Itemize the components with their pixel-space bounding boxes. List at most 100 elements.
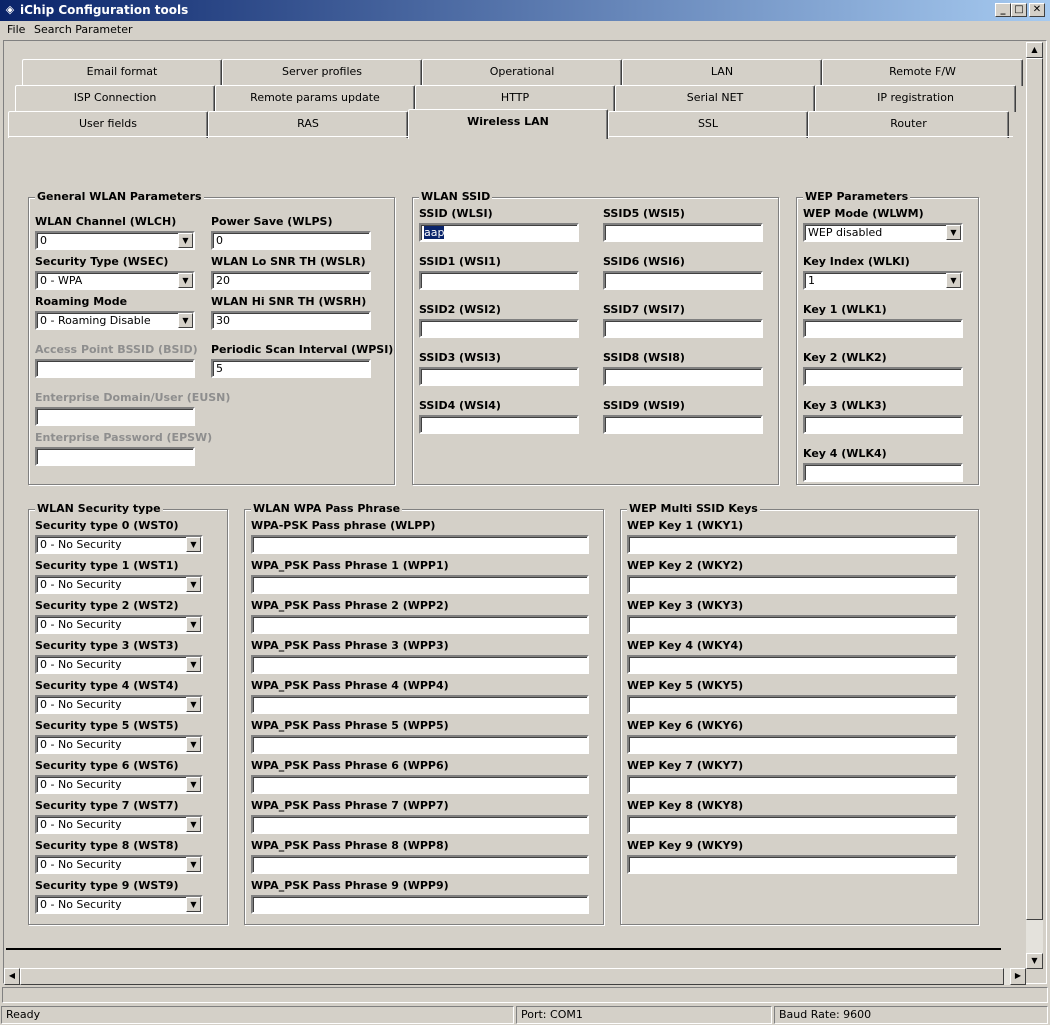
- key2-input[interactable]: [803, 367, 963, 386]
- security-type-1-select[interactable]: 0 - No Security ▼: [35, 575, 203, 594]
- tab-serial-net[interactable]: Serial NET: [615, 85, 815, 112]
- wky3-input[interactable]: [627, 615, 957, 634]
- vertical-scrollbar[interactable]: ▲ ▼: [1026, 42, 1043, 969]
- ssid-input[interactable]: aap: [419, 223, 579, 242]
- chevron-down-icon[interactable]: ▼: [186, 657, 201, 672]
- tab-router[interactable]: Router: [808, 111, 1009, 138]
- wpp1-input[interactable]: [251, 575, 589, 594]
- tab-ip-registration[interactable]: IP registration: [815, 85, 1016, 112]
- app-icon[interactable]: ◈: [3, 3, 17, 17]
- tab-http[interactable]: HTTP: [415, 85, 615, 112]
- tab-server-profiles[interactable]: Server profiles: [222, 59, 422, 86]
- bssid-input[interactable]: [35, 359, 195, 378]
- security-type-3-select[interactable]: 0 - No Security ▼: [35, 655, 203, 674]
- security-type-6-select[interactable]: 0 - No Security ▼: [35, 775, 203, 794]
- wpp5-input[interactable]: [251, 735, 589, 754]
- scroll-up-icon[interactable]: ▲: [1026, 42, 1043, 58]
- scroll-down-icon[interactable]: ▼: [1026, 953, 1043, 969]
- ssid8-input[interactable]: [603, 367, 763, 386]
- chevron-down-icon[interactable]: ▼: [186, 817, 201, 832]
- key4-input[interactable]: [803, 463, 963, 482]
- menu-search-parameter[interactable]: Search Parameter: [34, 23, 133, 36]
- ssid7-input[interactable]: [603, 319, 763, 338]
- chevron-down-icon[interactable]: ▼: [946, 273, 961, 288]
- wky9-input[interactable]: [627, 855, 957, 874]
- security-type-0-select[interactable]: 0 - No Security ▼: [35, 535, 203, 554]
- security-type-2-select[interactable]: 0 - No Security ▼: [35, 615, 203, 634]
- chevron-down-icon[interactable]: ▼: [178, 233, 193, 248]
- tab-remote-params-update[interactable]: Remote params update: [215, 85, 415, 112]
- tab-user-fields[interactable]: User fields: [8, 111, 208, 138]
- key3-input[interactable]: [803, 415, 963, 434]
- wky8-input[interactable]: [627, 815, 957, 834]
- tab-ssl[interactable]: SSL: [608, 111, 808, 138]
- security-type-5-select[interactable]: 0 - No Security ▼: [35, 735, 203, 754]
- enterprise-user-input[interactable]: [35, 407, 195, 426]
- wky7-input[interactable]: [627, 775, 957, 794]
- wky2-input[interactable]: [627, 575, 957, 594]
- security-type-4-select[interactable]: 0 - No Security ▼: [35, 695, 203, 714]
- horizontal-scrollbar[interactable]: ◀ ▶: [4, 968, 1026, 985]
- tab-wireless-lan[interactable]: Wireless LAN: [408, 109, 608, 139]
- wky4-input[interactable]: [627, 655, 957, 674]
- chevron-down-icon[interactable]: ▼: [186, 617, 201, 632]
- ssid9-input[interactable]: [603, 415, 763, 434]
- tab-remote-fw[interactable]: Remote F/W: [822, 59, 1023, 86]
- chevron-down-icon[interactable]: ▼: [186, 537, 201, 552]
- wpp4-label: WPA_PSK Pass Phrase 4 (WPP4): [251, 679, 449, 692]
- ssid1-input[interactable]: [419, 271, 579, 290]
- tab-isp-connection[interactable]: ISP Connection: [15, 85, 215, 112]
- scan-interval-input[interactable]: 5: [211, 359, 371, 378]
- ssid2-input[interactable]: [419, 319, 579, 338]
- menu-file[interactable]: File: [7, 23, 25, 36]
- wky6-input[interactable]: [627, 735, 957, 754]
- chevron-down-icon[interactable]: ▼: [178, 313, 193, 328]
- wpp3-input[interactable]: [251, 655, 589, 674]
- ssid6-input[interactable]: [603, 271, 763, 290]
- maximize-button[interactable]: □: [1011, 3, 1027, 17]
- chevron-down-icon[interactable]: ▼: [178, 273, 193, 288]
- wlan-channel-select[interactable]: 0 ▼: [35, 231, 195, 250]
- tab-operational[interactable]: Operational: [422, 59, 622, 86]
- key-index-select[interactable]: 1 ▼: [803, 271, 963, 290]
- ssid3-input[interactable]: [419, 367, 579, 386]
- security-type-8-select[interactable]: 0 - No Security ▼: [35, 855, 203, 874]
- chevron-down-icon[interactable]: ▼: [186, 577, 201, 592]
- enterprise-password-input[interactable]: [35, 447, 195, 466]
- ssid5-input[interactable]: [603, 223, 763, 242]
- chevron-down-icon[interactable]: ▼: [186, 777, 201, 792]
- scroll-right-icon[interactable]: ▶: [1010, 968, 1026, 985]
- wpp7-input[interactable]: [251, 815, 589, 834]
- wky5-input[interactable]: [627, 695, 957, 714]
- security-type-select[interactable]: 0 - WPA ▼: [35, 271, 195, 290]
- tab-email-format[interactable]: Email format: [22, 59, 222, 86]
- chevron-down-icon[interactable]: ▼: [186, 897, 201, 912]
- chevron-down-icon[interactable]: ▼: [186, 857, 201, 872]
- ssid4-input[interactable]: [419, 415, 579, 434]
- tab-ras[interactable]: RAS: [208, 111, 408, 138]
- security-type-7-select[interactable]: 0 - No Security ▼: [35, 815, 203, 834]
- horizontal-scroll-thumb[interactable]: [20, 968, 1004, 985]
- chevron-down-icon[interactable]: ▼: [946, 225, 961, 240]
- wpp8-input[interactable]: [251, 855, 589, 874]
- scroll-left-icon[interactable]: ◀: [4, 968, 20, 985]
- hi-snr-input[interactable]: 30: [211, 311, 371, 330]
- minimize-button[interactable]: _: [995, 3, 1011, 17]
- wpp2-input[interactable]: [251, 615, 589, 634]
- chevron-down-icon[interactable]: ▼: [186, 697, 201, 712]
- lo-snr-input[interactable]: 20: [211, 271, 371, 290]
- wpp4-input[interactable]: [251, 695, 589, 714]
- wky1-input[interactable]: [627, 535, 957, 554]
- wep-mode-select[interactable]: WEP disabled ▼: [803, 223, 963, 242]
- vertical-scroll-thumb[interactable]: [1026, 58, 1043, 920]
- key1-input[interactable]: [803, 319, 963, 338]
- wpp9-input[interactable]: [251, 895, 589, 914]
- tab-lan[interactable]: LAN: [622, 59, 822, 86]
- security-type-9-select[interactable]: 0 - No Security ▼: [35, 895, 203, 914]
- chevron-down-icon[interactable]: ▼: [186, 737, 201, 752]
- wpp6-input[interactable]: [251, 775, 589, 794]
- roaming-mode-select[interactable]: 0 - Roaming Disable ▼: [35, 311, 195, 330]
- wpa-psk-input[interactable]: [251, 535, 589, 554]
- power-save-input[interactable]: 0: [211, 231, 371, 250]
- close-button[interactable]: ✕: [1029, 3, 1045, 17]
